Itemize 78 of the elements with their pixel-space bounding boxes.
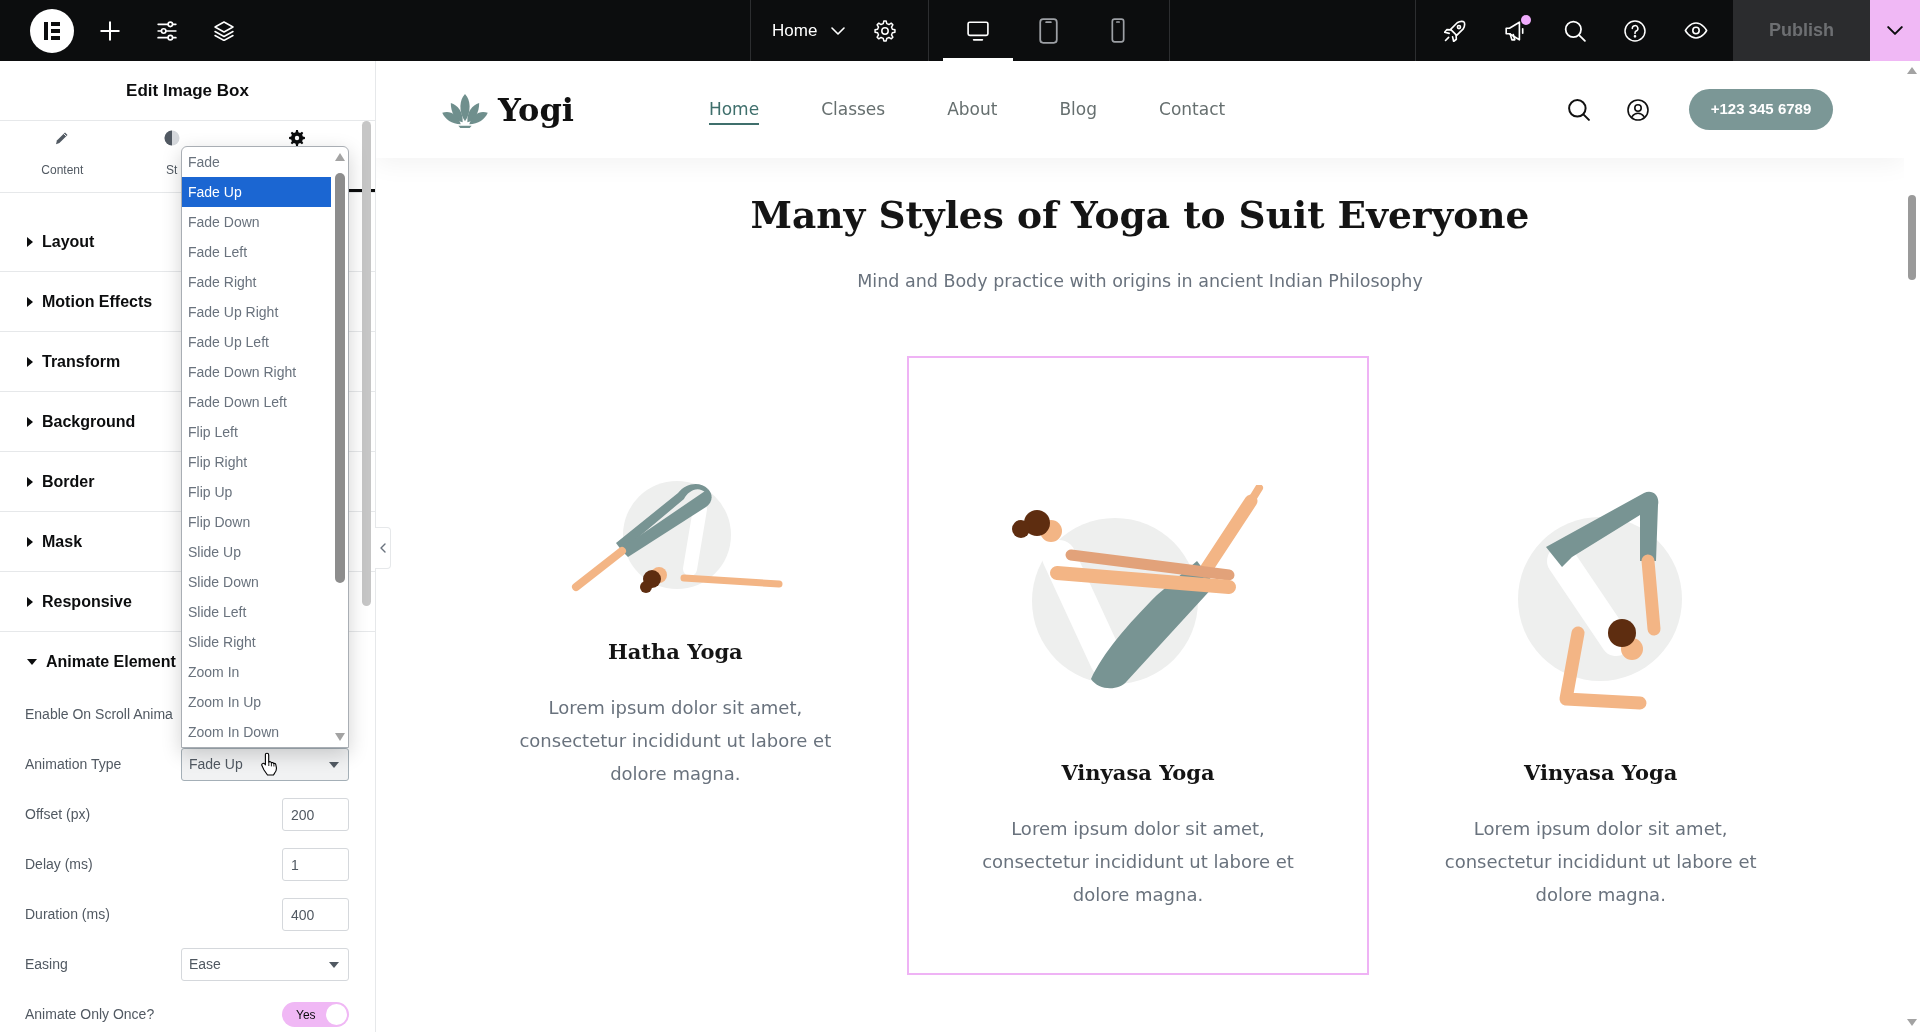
dropdown-option[interactable]: Fade: [182, 147, 331, 177]
field-label: Offset (px): [25, 805, 91, 824]
smartphone-icon: [1111, 18, 1125, 43]
nav-link[interactable]: Blog: [1059, 94, 1098, 125]
dropdown-option[interactable]: Slide Right: [182, 627, 331, 657]
number-input[interactable]: 1: [282, 848, 349, 881]
scrollbar-thumb[interactable]: [1908, 195, 1916, 280]
dropdown-option[interactable]: Fade Right: [182, 267, 331, 297]
dropdown-option[interactable]: Flip Down: [182, 507, 331, 537]
section-heading: Many Styles of Yoga to Suit Everyone: [749, 192, 1531, 239]
card-title: Vinyasa Yoga: [1524, 759, 1678, 787]
dropdown-option[interactable]: Slide Down: [182, 567, 331, 597]
page-selector[interactable]: Home: [772, 20, 846, 41]
card-description: Lorem ipsum dolor sit amet, consectetur incididunt ut labore et dolore magna.: [981, 817, 1295, 907]
help-icon[interactable]: [1624, 19, 1646, 42]
megaphone-icon[interactable]: [1504, 19, 1526, 42]
half-circle-icon: [163, 130, 180, 146]
user-icon[interactable]: [1627, 98, 1649, 121]
field-label: Animate Only Once?: [25, 1005, 155, 1024]
dropdown-option[interactable]: Fade Up Right: [182, 297, 331, 327]
toggle-switch[interactable]: Yes: [282, 1002, 349, 1027]
rocket-icon[interactable]: [1444, 19, 1466, 42]
number-input[interactable]: 200: [282, 798, 349, 831]
select-field[interactable]: Ease: [181, 948, 349, 981]
dropdown-option[interactable]: Slide Left: [182, 597, 331, 627]
switch-knob-icon: [326, 1004, 347, 1025]
dropdown-option[interactable]: Zoom In: [182, 657, 331, 687]
hand-cursor-icon: [261, 752, 279, 776]
chevron-down-icon: [1887, 26, 1903, 35]
nav-link[interactable]: Classes: [821, 94, 886, 125]
nav-link[interactable]: Home: [708, 94, 760, 125]
search-icon[interactable]: [1564, 19, 1586, 42]
panel-title: Edit Image Box: [126, 79, 249, 102]
card-description: Lorem ipsum dolor sit amet, consectetur incididunt ut labore et dolore magna.: [1443, 817, 1758, 907]
scrollbar-thumb[interactable]: [362, 121, 371, 606]
tablet-icon: [1038, 17, 1058, 44]
site-logo-text[interactable]: Yogi: [498, 89, 574, 130]
card-title: Vinyasa Yoga: [1061, 759, 1215, 787]
settings-icon[interactable]: [874, 19, 897, 42]
nav-link[interactable]: About: [947, 94, 998, 125]
section-subheading: Mind and Body practice with origins in ancient Indian Philosophy: [856, 270, 1424, 293]
nav-link[interactable]: Contact: [1159, 94, 1226, 125]
number-input[interactable]: 400: [282, 898, 349, 931]
phone-button[interactable]: +123 345 6789: [1689, 89, 1833, 130]
field-label: Delay (ms): [25, 855, 93, 874]
chevron-left-icon: [379, 543, 386, 553]
caret-down-icon: [329, 761, 339, 768]
add-icon[interactable]: [100, 20, 120, 41]
dropdown-option[interactable]: Flip Right: [182, 447, 331, 477]
dropdown-option[interactable]: Flip Left: [182, 417, 331, 447]
dropdown-option[interactable]: Zoom In Up: [182, 687, 331, 717]
field-label: Easing: [25, 955, 68, 974]
caret-down-icon: [329, 961, 339, 968]
eye-icon[interactable]: [1684, 22, 1708, 39]
field-label: Animation Type: [25, 755, 122, 774]
select-field[interactable]: Fade Up: [181, 748, 349, 781]
monitor-icon: [967, 20, 989, 41]
sliders-icon[interactable]: [157, 20, 177, 41]
panel-tab[interactable]: Content: [0, 121, 125, 192]
dropdown-option[interactable]: Fade Up Left: [182, 327, 331, 357]
layers-icon[interactable]: [214, 20, 234, 41]
field-label: Enable On Scroll Anima: [25, 705, 173, 724]
dropdown-option[interactable]: Slide Up: [182, 537, 331, 567]
field-label: Duration (ms): [25, 905, 110, 924]
card-title: Hatha Yoga: [607, 638, 743, 666]
dropdown-option[interactable]: Fade Down: [182, 207, 331, 237]
dropdown-option[interactable]: Fade Up: [182, 177, 331, 207]
dropdown-option[interactable]: Fade Left: [182, 237, 331, 267]
app-logo-icon[interactable]: [30, 8, 74, 53]
image-box-card[interactable]: Vinyasa Yoga Lorem ipsum dolor sit amet, consectetur incididunt ut labore et dolore magna.: [906, 356, 1370, 975]
dropdown-option[interactable]: Zoom In Down: [182, 717, 331, 747]
scrollbar-thumb[interactable]: [334, 173, 345, 583]
search-icon[interactable]: [1568, 98, 1590, 121]
dropdown-option[interactable]: Fade Down Left: [182, 387, 331, 417]
card-description: Lorem ipsum dolor sit amet, consectetur incididunt ut labore et dolore magna.: [518, 696, 833, 786]
chevron-down-icon: [831, 26, 846, 35]
dropdown-option[interactable]: Fade Down Right: [182, 357, 331, 387]
dropdown-option[interactable]: Flip Up: [182, 477, 331, 507]
